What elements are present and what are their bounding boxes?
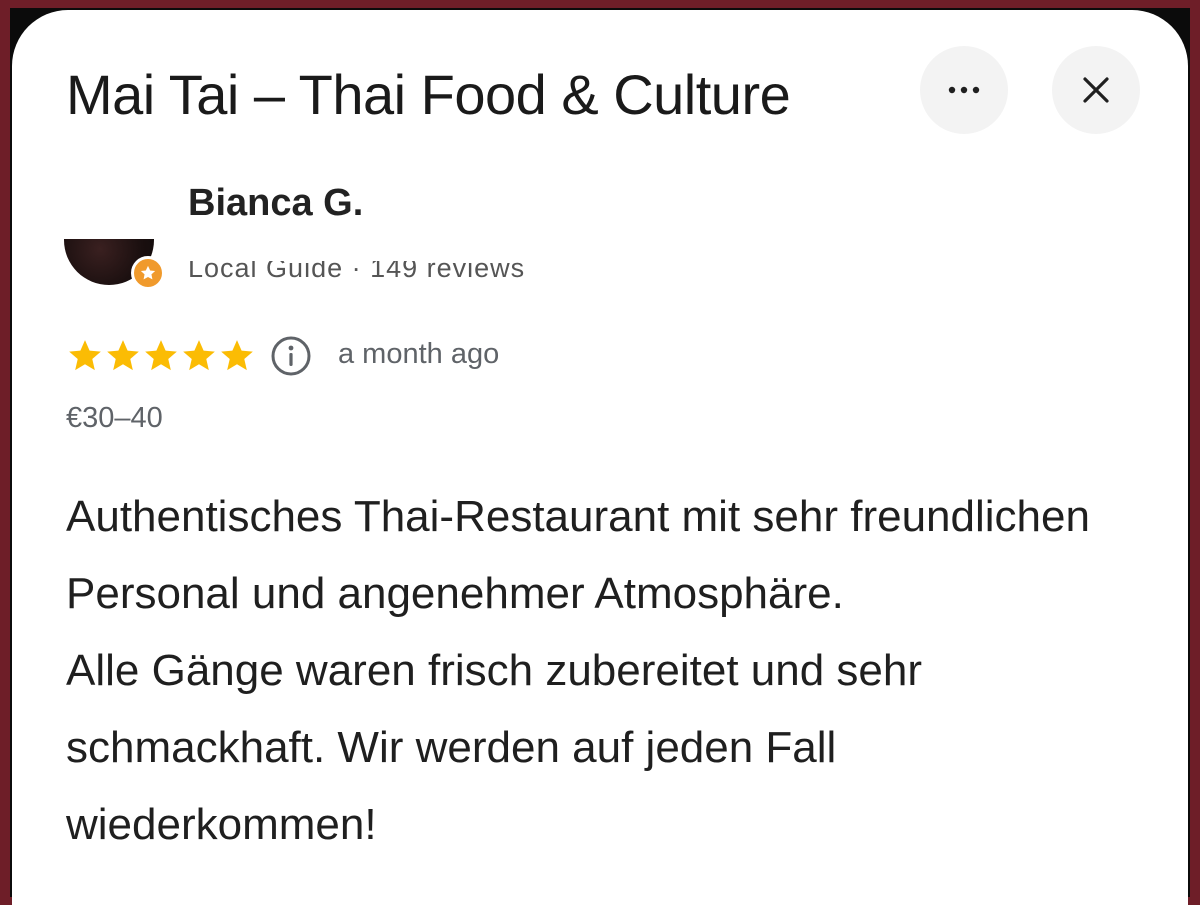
review-time: a month ago [338, 338, 500, 370]
local-guide-star-icon [140, 265, 156, 280]
place-title: Mai Tai – Thai Food & Culture [66, 63, 791, 126]
star-icon [221, 340, 253, 371]
more-horizontal-icon [948, 86, 980, 94]
reviewer-meta-clip: Local Guide · 149 reviews [188, 261, 688, 283]
review-panel: Mai Tai – Thai Food & Culture Bianca G. … [12, 10, 1188, 905]
reviewer-name[interactable]: Bianca G. [188, 182, 363, 225]
price-range: €30–40 [66, 402, 163, 434]
star-icon [183, 340, 215, 371]
close-button[interactable] [1052, 46, 1140, 134]
review-text: Authentisches Thai-Restaurant mit sehr f… [66, 492, 1090, 849]
close-icon [1083, 77, 1109, 103]
star-icon [69, 340, 101, 371]
star-icon [107, 340, 139, 371]
more-options-button[interactable] [920, 46, 1008, 134]
reviewer-meta: Local Guide · 149 reviews [188, 261, 526, 283]
star-rating [66, 337, 256, 375]
local-guide-badge [131, 256, 165, 290]
info-icon[interactable] [270, 335, 312, 377]
star-icon [145, 340, 177, 371]
